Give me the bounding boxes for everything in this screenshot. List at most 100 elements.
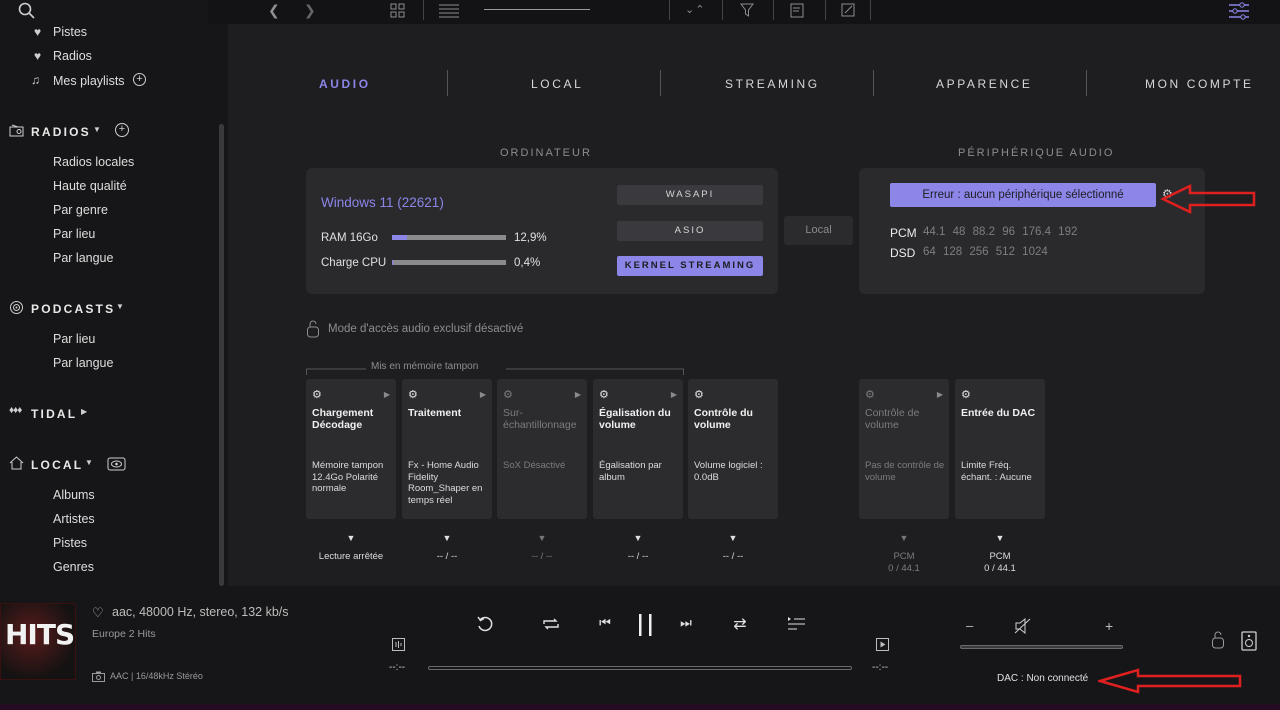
favorite-heart-icon[interactable]: ♡ (92, 605, 104, 621)
sidebar-section-tidal[interactable]: TIDAL (31, 407, 77, 421)
dac-status: DAC : Non connecté (997, 673, 1089, 684)
previous-track-icon[interactable]: ⏮ (596, 615, 614, 631)
stage-status: PCM 0 / 44.1 (955, 551, 1045, 575)
sidebar-scrollbar[interactable] (219, 124, 224, 586)
gear-icon[interactable]: ⚙ (312, 388, 322, 401)
sidebar-item-pistes[interactable]: Pistes (53, 25, 87, 39)
pipeline-card-controle-volume[interactable]: ⚙ Contrôle du volume Volume logiciel : 0… (688, 379, 778, 519)
sidebar-section-local[interactable]: LOCAL (31, 458, 83, 472)
shuffle-icon[interactable]: ⇄ (730, 614, 750, 634)
card-title: Égalisation du volume (599, 407, 671, 431)
red-arrow-annotation (1098, 668, 1242, 694)
tag-edit-icon[interactable] (790, 3, 805, 18)
gear-icon[interactable]: ⚙ (599, 388, 609, 401)
album-cover[interactable]: HITS (0, 603, 76, 680)
sidebar-item-par-lieu[interactable]: Par lieu (53, 227, 95, 241)
volume-up-button[interactable]: + (1105, 618, 1113, 634)
search-field[interactable] (0, 0, 208, 24)
mode-kernel-streaming-button[interactable]: KERNEL STREAMING (617, 256, 763, 276)
gear-icon[interactable]: ⚙ (503, 388, 513, 401)
tab-audio[interactable]: AUDIO (319, 77, 371, 91)
sidebar-item-artistes[interactable]: Artistes (53, 512, 95, 526)
pause-button[interactable] (638, 613, 654, 637)
card-desc: Pas de contrôle de volume (865, 460, 945, 483)
pipeline-card-entree-dac[interactable]: ⚙ Entrée du DAC Limite Fréq. échant. : A… (955, 379, 1045, 519)
grid-view-icon[interactable] (390, 3, 405, 18)
heart-icon: ♥ (34, 25, 42, 39)
sort-icon[interactable]: ⌄⌃ (685, 0, 705, 20)
eye-icon[interactable] (107, 457, 126, 471)
card-desc: Fx - Home Audio Fidelity Room_Shaper en … (408, 460, 483, 506)
replay-icon[interactable] (476, 615, 494, 633)
repeat-icon[interactable] (542, 617, 560, 631)
pipeline-card-surechantillonnage[interactable]: ⚙ ▶ Sur-échantillonnage SoX Désactivé (497, 379, 587, 519)
gear-icon[interactable]: ⚙ (961, 388, 971, 401)
caret-right-icon[interactable]: ▶ (81, 407, 87, 416)
pipeline-card-decodage[interactable]: ⚙ ▶ Chargement Décodage Mémoire tampon 12… (306, 379, 396, 519)
filter-icon[interactable] (740, 3, 754, 17)
pipeline-card-controle-de-volume[interactable]: ⚙ ▶ Contrôle de volume Pas de contrôle de… (859, 379, 949, 519)
card-title: Traitement (408, 407, 462, 419)
queue-icon[interactable] (787, 615, 807, 635)
exclusive-lock-icon[interactable] (1211, 630, 1225, 650)
volume-down-button[interactable]: – (966, 618, 973, 633)
camera-icon (92, 671, 105, 682)
speaker-device-icon[interactable] (1241, 631, 1257, 651)
forward-icon[interactable]: ❯ (304, 0, 316, 20)
search-icon[interactable] (18, 2, 36, 20)
pcm-rate: 44.1 (923, 226, 946, 238)
settings-sliders-icon[interactable] (1228, 1, 1250, 21)
add-playlist-icon[interactable]: + (133, 73, 146, 86)
waveform-icon[interactable] (392, 638, 405, 651)
tab-mon-compte[interactable]: MON COMPTE (1145, 77, 1254, 91)
mode-asio-button[interactable]: ASIO (617, 221, 763, 241)
seek-bar[interactable] (428, 666, 852, 670)
sidebar-item-podcast-par-lieu[interactable]: Par lieu (53, 332, 95, 346)
gear-icon[interactable]: ⚙ (694, 388, 704, 401)
sidebar-section-podcasts[interactable]: PODCASTS (31, 302, 115, 316)
back-icon[interactable]: ❮ (268, 0, 280, 20)
zoom-slider[interactable] (484, 9, 590, 10)
dsd-rate: 128 (943, 246, 963, 258)
sidebar-item-radios-locales[interactable]: Radios locales (53, 155, 134, 169)
mode-wasapi-button[interactable]: WASAPI (617, 185, 763, 205)
card-desc: Égalisation par album (599, 460, 662, 483)
mute-speaker-icon[interactable] (1014, 618, 1032, 634)
sidebar-item-albums[interactable]: Albums (53, 488, 95, 502)
stage-status-rate: 0 / 44.1 (888, 563, 920, 574)
gear-icon[interactable]: ⚙ (408, 388, 418, 401)
video-play-icon[interactable] (876, 638, 889, 651)
edit-icon[interactable] (841, 3, 855, 17)
caret-down-icon[interactable]: ▼ (85, 458, 93, 467)
sidebar-item-local-pistes[interactable]: Pistes (53, 536, 87, 550)
station-name[interactable]: Europe 2 Hits (92, 628, 156, 640)
sidebar-item-playlists[interactable]: Mes playlists (53, 74, 125, 88)
stage-status-format: PCM (989, 551, 1011, 562)
list-view-icon[interactable] (439, 3, 459, 18)
sidebar-section-radios[interactable]: RADIOS (31, 125, 91, 139)
sidebar-item-radios[interactable]: Radios (53, 49, 92, 63)
add-radio-icon[interactable]: + (115, 123, 129, 137)
next-track-icon[interactable]: ⏭ (677, 615, 695, 631)
local-button[interactable]: Local (784, 216, 853, 245)
pipeline-card-traitement[interactable]: ⚙ ▶ Traitement Fx - Home Audio Fidelity R… (402, 379, 492, 519)
sidebar-item-podcast-par-langue[interactable]: Par langue (53, 356, 113, 370)
gear-icon[interactable]: ⚙ (865, 388, 875, 401)
unlock-icon[interactable] (306, 319, 320, 339)
tab-local[interactable]: LOCAL (531, 77, 583, 91)
pcm-rate: 176.4 (1022, 226, 1051, 238)
caret-down-icon[interactable]: ▼ (93, 125, 101, 134)
sidebar-item-par-langue[interactable]: Par langue (53, 251, 113, 265)
time-remaining: --:-- (872, 662, 889, 673)
dsd-rate: 256 (969, 246, 989, 258)
sidebar-item-haute-qualite[interactable]: Haute qualité (53, 179, 127, 193)
sidebar-item-genres[interactable]: Genres (53, 560, 94, 574)
caret-down-icon[interactable]: ▼ (116, 302, 124, 311)
device-error-button[interactable]: Erreur : aucun périphérique sélectionné (890, 183, 1156, 207)
pipeline-card-egalisation[interactable]: ⚙ ▶ Égalisation du volume Égalisation par… (593, 379, 683, 519)
sidebar-item-par-genre[interactable]: Par genre (53, 203, 108, 217)
tab-streaming[interactable]: STREAMING (725, 77, 820, 91)
tab-apparence[interactable]: APPARENCE (936, 77, 1033, 91)
volume-slider[interactable] (960, 645, 1123, 649)
down-triangle-icon: ▼ (899, 533, 909, 543)
